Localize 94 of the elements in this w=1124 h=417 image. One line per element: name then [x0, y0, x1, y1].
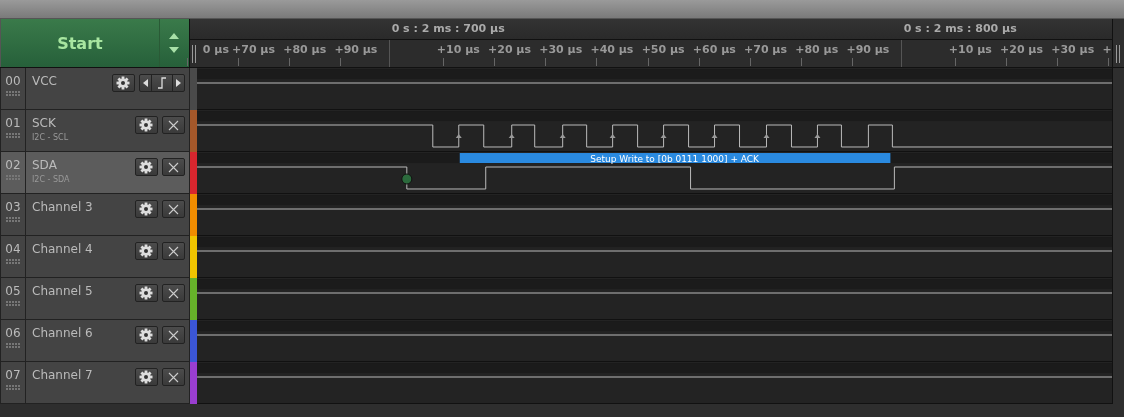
grip-icon[interactable] — [6, 259, 20, 264]
collapse-expand-button[interactable] — [159, 19, 189, 67]
channel-name: VCC — [32, 74, 58, 88]
time-tick-label: +80 µs — [795, 43, 839, 56]
close-button[interactable] — [161, 200, 185, 218]
channel-number: 03 — [5, 200, 21, 214]
settings-icon — [116, 76, 131, 90]
channel-label-panel[interactable]: 01 SCK I2C - SCL — [0, 110, 190, 152]
time-tick-label: 0 µs — [202, 43, 229, 56]
grip-icon[interactable] — [6, 385, 20, 390]
close-button[interactable] — [161, 158, 185, 176]
time-tick-label: +70 µs — [744, 43, 787, 56]
close-icon — [167, 245, 179, 257]
right-arrow-icon — [175, 79, 181, 87]
settings-icon — [139, 286, 154, 300]
settings-icon — [139, 202, 154, 216]
channel-number: 02 — [5, 158, 21, 172]
channel-name: Channel 6 — [32, 326, 94, 340]
drag-handle-icon[interactable] — [1116, 45, 1120, 63]
channel-name: Channel 7 — [32, 368, 94, 382]
time-tick-label: +20 µs — [1000, 43, 1043, 56]
close-icon — [167, 329, 179, 341]
channel-name: Channel 5 — [32, 284, 94, 298]
channel-label-panel[interactable]: 05 Channel 5 — [0, 278, 190, 320]
channel-name: Channel 4 — [32, 242, 94, 256]
time-tick-label: +50 µs — [641, 43, 685, 56]
channel-number: 07 — [5, 368, 21, 382]
close-icon — [167, 161, 179, 173]
grip-icon[interactable] — [6, 91, 20, 96]
time-tick-label: +90 µs — [334, 43, 378, 56]
grip-icon[interactable] — [6, 175, 20, 180]
settings-icon — [139, 160, 154, 174]
settings-button[interactable] — [134, 200, 158, 218]
time-tick-label: +90 µs — [846, 43, 890, 56]
left-arrow-icon — [142, 79, 148, 87]
settings-button[interactable] — [134, 326, 158, 344]
drag-handle-icon[interactable] — [191, 45, 196, 63]
close-icon — [167, 119, 179, 131]
settings-button[interactable] — [111, 74, 135, 92]
start-button[interactable]: Start — [1, 19, 160, 67]
settings-button[interactable] — [134, 368, 158, 386]
close-button[interactable] — [161, 326, 185, 344]
channel-name: SDA — [32, 158, 58, 172]
grip-icon[interactable] — [6, 133, 20, 138]
settings-icon — [139, 244, 154, 258]
time-tick-label: +80 µs — [283, 43, 327, 56]
close-button[interactable] — [161, 284, 185, 302]
settings-button[interactable] — [134, 158, 158, 176]
close-button[interactable] — [161, 368, 185, 386]
close-icon — [167, 287, 179, 299]
rising-edge-icon — [156, 77, 167, 89]
close-icon — [167, 203, 179, 215]
channel-label-panel[interactable]: 07 Channel 7 — [0, 362, 190, 404]
channel-label-panel[interactable]: 00 VCC — [0, 68, 190, 110]
up-down-arrows-icon — [169, 32, 180, 54]
time-tick-label: +60 µs — [692, 43, 736, 56]
trigger-control[interactable] — [138, 74, 185, 92]
analyzer-label: I2C - SDA — [32, 175, 71, 184]
grip-icon[interactable] — [6, 343, 20, 348]
channel-number: 04 — [5, 242, 21, 256]
channel-number: 00 — [5, 74, 21, 88]
protocol-annotation-text: Setup Write to [0b 0111 1000] + ACK — [590, 153, 759, 164]
settings-icon — [139, 328, 154, 342]
settings-button[interactable] — [134, 116, 158, 134]
close-button[interactable] — [161, 242, 185, 260]
time-tick-label: +10 µs — [436, 43, 480, 56]
time-tick-label: +40 µs — [590, 43, 634, 56]
channel-label-panel[interactable]: 06 Channel 6 — [0, 320, 190, 362]
channel-name: Channel 3 — [32, 200, 94, 214]
time-tick-label: + — [1102, 43, 1112, 56]
channel-name: SCK — [32, 116, 57, 130]
close-icon — [167, 371, 179, 383]
grip-icon[interactable] — [6, 301, 20, 306]
settings-icon — [139, 118, 154, 132]
time-tick-label: +70 µs — [232, 43, 275, 56]
time-tick-label: +30 µs — [539, 43, 583, 56]
channel-label-panel[interactable]: 03 Channel 3 — [0, 194, 190, 236]
settings-button[interactable] — [134, 284, 158, 302]
time-marker-label: 0 s : 2 ms : 800 µs — [903, 22, 1017, 35]
channel-label-panel[interactable]: 02 SDA I2C - SDA — [0, 152, 190, 194]
time-tick-label: +30 µs — [1051, 43, 1095, 56]
time-marker-label: 0 s : 2 ms : 700 µs — [391, 22, 505, 35]
time-tick-label: +10 µs — [948, 43, 992, 56]
start-condition-marker — [401, 173, 413, 185]
grip-icon[interactable] — [6, 217, 20, 222]
channel-label-panel[interactable]: 04 Channel 4 — [0, 236, 190, 278]
settings-icon — [139, 370, 154, 384]
channel-number: 01 — [5, 116, 21, 130]
settings-button[interactable] — [134, 242, 158, 260]
time-tick-label: +20 µs — [488, 43, 531, 56]
close-button[interactable] — [161, 116, 185, 134]
analyzer-label: I2C - SCL — [32, 133, 70, 142]
channel-number: 05 — [5, 284, 21, 298]
channel-number: 06 — [5, 326, 21, 340]
